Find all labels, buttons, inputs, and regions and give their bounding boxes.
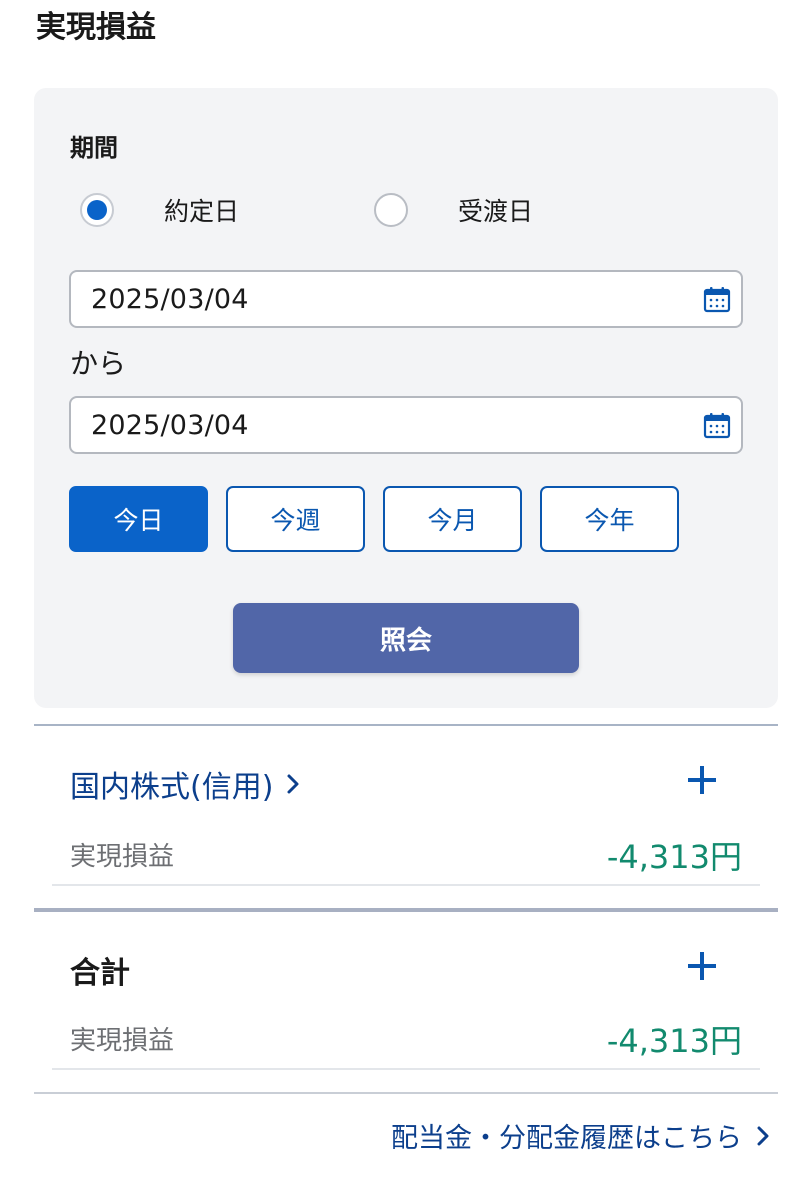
radio-settlement-date-button[interactable]: [374, 193, 408, 227]
realized-pl-label: 実現損益: [70, 842, 175, 872]
from-label: から: [70, 347, 127, 380]
page-title: 実現損益: [36, 10, 156, 45]
this-year-button[interactable]: 今年: [540, 486, 679, 552]
today-button[interactable]: 今日: [69, 486, 208, 552]
total-realized-pl-value: -4,313円: [606, 1022, 742, 1060]
divider: [34, 1092, 778, 1094]
start-date-input[interactable]: 2025/03/04: [69, 270, 743, 328]
radio-settlement-date-label: 受渡日: [458, 197, 534, 226]
section-total-title: 合計: [70, 956, 130, 991]
section-domestic-margin-title: 国内株式(信用): [70, 770, 274, 805]
dividend-history-link-label: 配当金・分配金履歴はこちら: [391, 1123, 742, 1154]
section-divider: [34, 908, 778, 912]
filter-panel: 期間 約定日 受渡日 2025/03/04 から 2025/03/04 今日 今…: [34, 88, 778, 708]
total-realized-pl-label: 実現損益: [70, 1026, 175, 1056]
start-date-value: 2025/03/04: [91, 283, 249, 315]
row-divider: [52, 1068, 760, 1070]
calendar-icon[interactable]: [703, 412, 731, 440]
realized-pl-value: -4,313円: [606, 838, 742, 876]
this-week-button[interactable]: 今週: [226, 486, 365, 552]
radio-trade-date[interactable]: 約定日: [80, 192, 239, 228]
radio-settlement-date[interactable]: 受渡日: [374, 192, 533, 228]
search-button[interactable]: 照会: [233, 603, 579, 673]
section-domestic-margin-link[interactable]: 国内株式(信用): [70, 762, 301, 806]
calendar-icon[interactable]: [703, 286, 731, 314]
dividend-history-link[interactable]: 配当金・分配金履歴はこちら: [391, 1116, 770, 1155]
this-month-button[interactable]: 今月: [383, 486, 522, 552]
radio-trade-date-label: 約定日: [164, 197, 240, 226]
plus-icon[interactable]: [686, 764, 718, 796]
chevron-right-icon: [287, 774, 299, 794]
end-date-value: 2025/03/04: [91, 409, 249, 441]
plus-icon[interactable]: [686, 950, 718, 982]
period-label: 期間: [70, 134, 118, 162]
chevron-right-icon: [757, 1126, 769, 1145]
divider: [34, 724, 778, 726]
row-divider: [52, 884, 760, 886]
quick-range-buttons: 今日 今週 今月 今年: [69, 486, 679, 552]
radio-trade-date-button[interactable]: [80, 193, 114, 227]
end-date-input[interactable]: 2025/03/04: [69, 396, 743, 454]
radio-selected-dot: [87, 200, 107, 220]
